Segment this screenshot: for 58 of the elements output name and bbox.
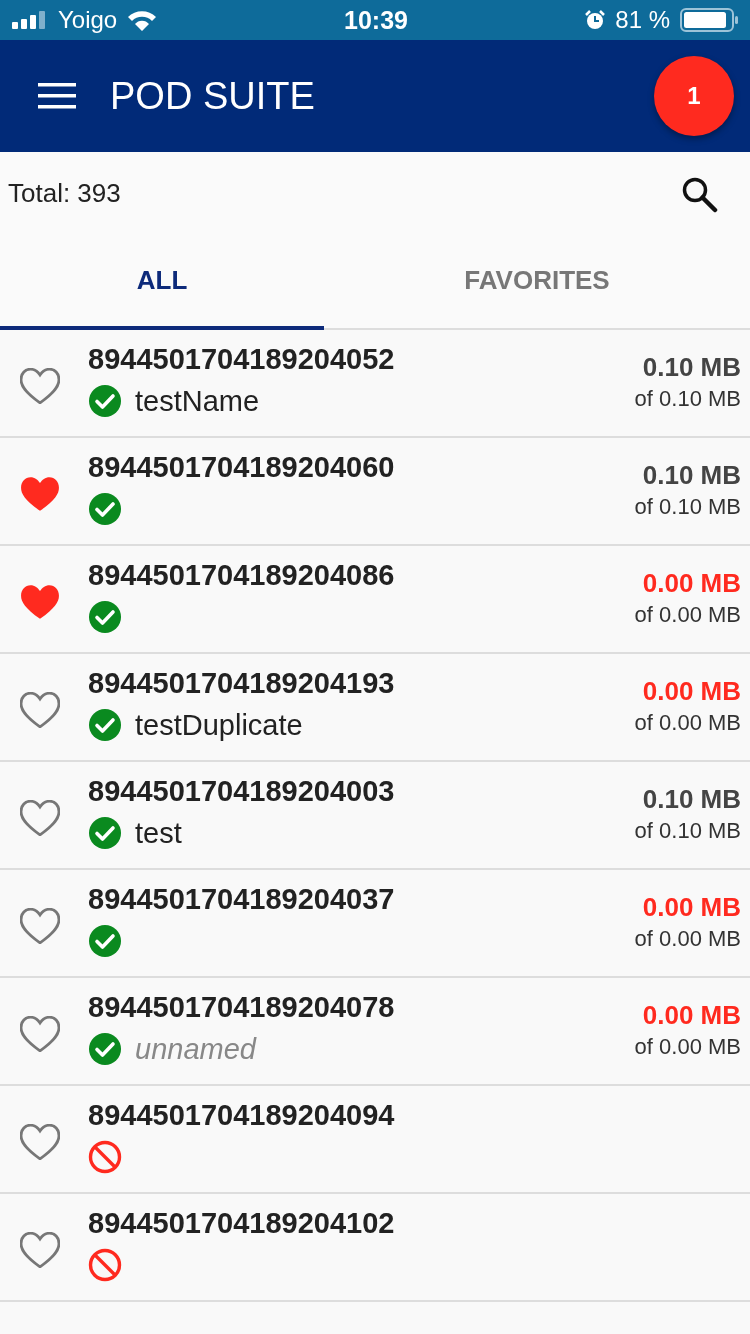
data-total: of 0.00 MB (634, 1034, 741, 1060)
check-circle-icon (88, 492, 122, 526)
sim-number: 8944501704189204037 (88, 883, 396, 916)
app-title: POD SUITE (110, 74, 316, 118)
battery-percent: 81 % (615, 6, 670, 34)
check-circle-icon (88, 816, 122, 850)
heart-outline-icon[interactable] (20, 1232, 60, 1268)
blocked-icon (88, 1140, 122, 1174)
battery-icon (680, 8, 740, 32)
data-used: 0.00 MB (641, 676, 741, 707)
tab[interactable]: FAVORITES (324, 235, 750, 330)
tab[interactable]: ALL (0, 235, 324, 330)
sim-number: 8944501704189204060 (88, 451, 396, 484)
wifi-icon (127, 9, 158, 31)
sim-number: 8944501704189204003 (88, 775, 396, 808)
sim-number: 8944501704189204102 (88, 1207, 396, 1240)
heart-outline-icon[interactable] (20, 368, 60, 404)
data-used: 0.10 MB (641, 352, 741, 383)
sim-number: 8944501704189204094 (88, 1099, 396, 1132)
heart-outline-icon[interactable] (20, 692, 60, 728)
data-total: of 0.00 MB (634, 710, 741, 736)
heart-outline-icon[interactable] (20, 1124, 60, 1160)
check-circle-icon (88, 600, 122, 634)
data-total: of 0.00 MB (634, 926, 741, 952)
carrier-name: Yoigo (58, 6, 118, 34)
heart-icon[interactable] (20, 584, 60, 620)
data-total: of 0.00 MB (634, 602, 741, 628)
sim-name: unnamed (135, 1032, 256, 1066)
data-used: 0.10 MB (641, 784, 741, 815)
check-circle-icon (88, 1032, 122, 1066)
data-used: 0.00 MB (641, 892, 741, 923)
heart-outline-icon[interactable] (20, 1016, 60, 1052)
data-total: of 0.10 MB (634, 818, 741, 844)
signal-icon (12, 11, 48, 29)
sim-name: testName (135, 384, 260, 418)
blocked-icon (88, 1248, 122, 1282)
data-used: 0.00 MB (641, 568, 741, 599)
clock-time: 10:39 (344, 5, 408, 35)
check-circle-icon (88, 384, 122, 418)
sim-number: 8944501704189204086 (88, 559, 396, 592)
heart-outline-icon[interactable] (20, 908, 60, 944)
menu-icon[interactable] (38, 83, 76, 109)
check-circle-icon (88, 708, 122, 742)
sim-name: test (135, 816, 182, 850)
data-total: of 0.10 MB (634, 386, 741, 412)
heart-outline-icon[interactable] (20, 800, 60, 836)
heart-icon[interactable] (20, 476, 60, 512)
notification-badge[interactable]: 1 (654, 56, 734, 136)
sim-number: 8944501704189204078 (88, 991, 396, 1024)
sim-number: 8944501704189204052 (88, 343, 396, 376)
total-count: Total: 393 (8, 178, 121, 209)
check-circle-icon (88, 924, 122, 958)
sim-name: testDuplicate (135, 708, 303, 742)
data-total: of 0.10 MB (634, 494, 741, 520)
data-used: 0.00 MB (641, 1000, 741, 1031)
data-used: 0.10 MB (641, 460, 741, 491)
sim-number: 8944501704189204193 (88, 667, 396, 700)
alarm-icon (585, 10, 606, 30)
